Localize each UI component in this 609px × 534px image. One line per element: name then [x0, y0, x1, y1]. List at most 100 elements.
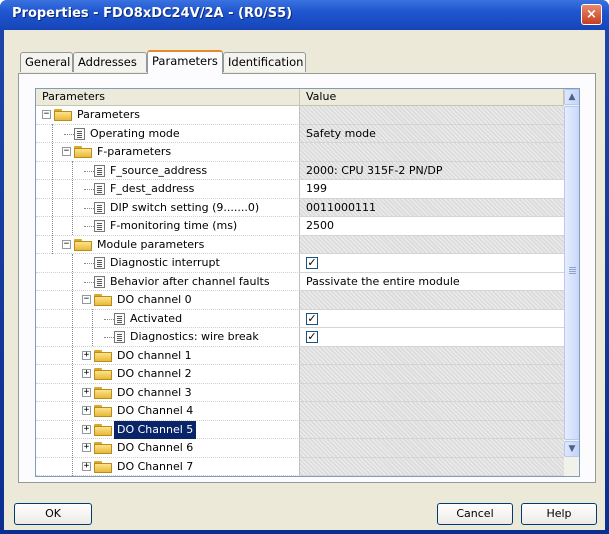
chevron-down-icon: ▼: [568, 444, 576, 454]
expand-icon[interactable]: +: [82, 387, 91, 397]
column-header-parameters[interactable]: Parameters: [36, 89, 300, 106]
parameters-tab-panel: Parameters Value − Parameters Operating mo…: [18, 73, 596, 483]
parameter-value-cell[interactable]: Passivate the entire module: [300, 272, 564, 291]
parameter-name-cell: + DO Channel 4: [36, 402, 300, 421]
tab-addresses[interactable]: Addresses: [73, 52, 147, 72]
table-row[interactable]: Operating mode Safety mode: [36, 124, 564, 143]
help-button[interactable]: Help: [521, 503, 597, 525]
parameter-icon: [74, 127, 85, 140]
expand-icon[interactable]: +: [82, 350, 91, 360]
table-row[interactable]: + DO channel 2: [36, 365, 564, 384]
parameter-icon: [94, 201, 105, 214]
close-button[interactable]: ×: [581, 4, 602, 25]
collapse-icon[interactable]: −: [82, 295, 91, 304]
parameter-value-cell[interactable]: 2500: [300, 217, 564, 236]
parameter-value-cell: [300, 420, 564, 439]
table-row[interactable]: Diagnostic interrupt ✓: [36, 254, 564, 273]
parameter-label: DO Channel 4: [117, 404, 194, 417]
expand-icon[interactable]: +: [82, 443, 91, 452]
parameter-name-cell: Activated: [36, 309, 300, 328]
parameter-label: Module parameters: [97, 237, 205, 251]
parameter-value-cell[interactable]: ✓: [300, 254, 564, 273]
collapse-icon[interactable]: −: [42, 110, 51, 119]
table-row[interactable]: + DO Channel 4: [36, 402, 564, 421]
tree-connector: [84, 170, 94, 172]
parameter-icon: [94, 275, 105, 288]
parameter-icon: [114, 312, 125, 325]
chevron-up-icon: ▲: [568, 92, 576, 102]
table-row[interactable]: + DO Channel 6: [36, 439, 564, 458]
table-row[interactable]: − Module parameters: [36, 235, 564, 254]
tree-connector: [84, 263, 94, 264]
table-row[interactable]: − F-parameters: [36, 143, 564, 162]
tab-parameters[interactable]: Parameters: [147, 50, 223, 74]
parameter-label: Behavior after channel faults: [110, 274, 270, 288]
parameter-value-cell[interactable]: 199: [300, 180, 564, 199]
table-row[interactable]: + DO channel 3: [36, 383, 564, 402]
parameter-label: F_dest_address: [110, 182, 195, 195]
title-bar[interactable]: Properties - FDO8xDC24V/2A - (R0/S5) ×: [0, 0, 609, 30]
table-row[interactable]: Diagnostics: wire break ✓: [36, 328, 564, 347]
checkbox[interactable]: ✓: [306, 331, 318, 343]
parameter-value-cell: [300, 402, 564, 421]
parameter-value: 2000: CPU 315F-2 PN/DP: [306, 163, 443, 177]
grip-icon: [569, 267, 576, 268]
cancel-button[interactable]: Cancel: [437, 503, 513, 525]
table-row[interactable]: + DO Channel 7: [36, 457, 564, 476]
collapse-icon[interactable]: −: [62, 147, 71, 156]
parameter-name-cell: F_source_address: [36, 161, 300, 180]
properties-dialog: Properties - FDO8xDC24V/2A - (R0/S5) × G…: [0, 0, 609, 534]
expand-icon[interactable]: +: [82, 461, 91, 471]
vertical-scrollbar[interactable]: ▲ ▼: [564, 89, 579, 476]
window-title: Properties - FDO8xDC24V/2A - (R0/S5): [12, 6, 293, 21]
close-icon: ×: [586, 7, 597, 22]
parameter-name-cell: + DO Channel 7: [36, 457, 300, 476]
table-row[interactable]: Behavior after channel faults Passivate t…: [36, 272, 564, 291]
collapse-icon[interactable]: −: [62, 239, 71, 249]
table-row[interactable]: DIP switch setting (9.......0) 0011000111: [36, 198, 564, 217]
tree-connector: [64, 133, 74, 135]
parameter-name-cell: F-monitoring time (ms): [36, 217, 300, 236]
tree-connector: [84, 226, 94, 227]
scroll-thumb[interactable]: [564, 106, 579, 440]
table-row[interactable]: + DO channel 1: [36, 346, 564, 365]
parameter-value-cell: [300, 291, 564, 310]
parameter-name-cell: + DO channel 3: [36, 383, 300, 402]
folder-open-icon: [74, 238, 92, 251]
table-row[interactable]: − Parameters: [36, 106, 564, 125]
parameter-label: DO Channel 6: [117, 441, 194, 454]
tree-connector: [84, 189, 94, 190]
expand-icon[interactable]: +: [82, 424, 91, 434]
parameters-grid: Parameters Value − Parameters Operating mo…: [35, 88, 580, 477]
expand-icon[interactable]: +: [82, 369, 91, 378]
parameter-label: DO channel 3: [117, 385, 192, 399]
scroll-up-button[interactable]: ▲: [564, 89, 579, 105]
parameter-icon: [94, 220, 105, 232]
tab-general[interactable]: General: [20, 52, 73, 72]
ok-button[interactable]: OK: [14, 503, 92, 525]
parameter-label: Diagnostic interrupt: [110, 256, 220, 269]
table-row[interactable]: F-monitoring time (ms) 2500: [36, 217, 564, 236]
table-row[interactable]: Activated ✓: [36, 309, 564, 328]
table-row[interactable]: F_dest_address 199: [36, 180, 564, 199]
tree-connector: [104, 318, 114, 320]
table-row[interactable]: F_source_address 2000: CPU 315F-2 PN/DP: [36, 161, 564, 180]
tab-identification[interactable]: Identification: [223, 52, 306, 72]
tree-connector: [84, 207, 94, 209]
checkbox[interactable]: ✓: [306, 312, 318, 325]
expand-icon[interactable]: +: [82, 406, 91, 415]
parameter-value-cell[interactable]: ✓: [300, 328, 564, 347]
folder-icon: [94, 368, 112, 380]
column-header-value[interactable]: Value: [300, 89, 564, 106]
tree-guide-line: [52, 124, 53, 254]
parameter-value: Safety mode: [306, 126, 376, 140]
table-row[interactable]: − DO channel 0: [36, 291, 564, 310]
table-row[interactable]: + DO Channel 5: [36, 420, 564, 439]
parameter-label: DO channel 2: [117, 367, 192, 380]
folder-icon: [94, 442, 112, 454]
parameter-label: F-parameters: [97, 145, 172, 158]
scroll-down-button[interactable]: ▼: [564, 441, 579, 457]
parameter-name-cell: − F-parameters: [36, 143, 300, 162]
checkbox[interactable]: ✓: [306, 257, 318, 269]
parameter-value-cell[interactable]: ✓: [300, 309, 564, 328]
